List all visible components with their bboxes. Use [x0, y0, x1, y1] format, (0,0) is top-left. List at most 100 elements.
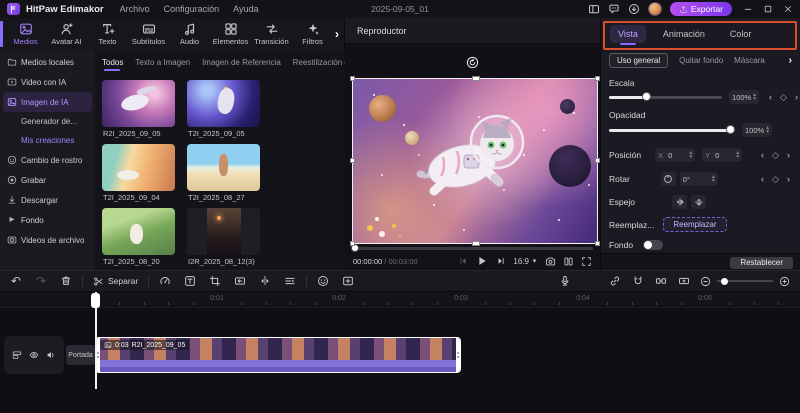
- media-thumbnail-dark-portrait[interactable]: [187, 208, 260, 255]
- sidebar-item-cambio-de-rostro[interactable]: Cambio de rostro: [0, 150, 95, 170]
- background-toggle[interactable]: [643, 240, 663, 250]
- module-filtros[interactable]: Filtros: [292, 22, 333, 46]
- scale-slider-thumb[interactable]: [642, 92, 651, 101]
- module-nav-more-icon[interactable]: ›: [335, 28, 339, 40]
- inspector-subtab-uso-general[interactable]: Uso general: [609, 53, 668, 68]
- main-track-icon[interactable]: [12, 350, 22, 360]
- scale-slider[interactable]: [609, 92, 722, 102]
- position-x-input[interactable]: X0▴▾: [655, 148, 695, 162]
- clip-trim-handle-right[interactable]: [456, 338, 460, 372]
- preview-seekbar[interactable]: [352, 247, 593, 250]
- opacity-value-input[interactable]: 100%▴▾: [742, 123, 772, 137]
- subtabs-more-icon[interactable]: ›: [789, 56, 792, 66]
- module-elementos[interactable]: Elementos: [210, 22, 251, 46]
- speed-icon[interactable]: [159, 275, 171, 287]
- sidebar-item-medios-locales[interactable]: Medios locales: [0, 52, 95, 72]
- trash-icon[interactable]: [60, 275, 72, 287]
- previous-frame-icon[interactable]: [458, 256, 468, 266]
- mirror-icon[interactable]: [259, 275, 271, 287]
- clip-trim-handle-left[interactable]: [96, 338, 100, 372]
- text-tool-icon[interactable]: [184, 275, 196, 287]
- module-avatar-ai[interactable]: Avatar AI: [46, 22, 87, 46]
- stepper-arrows[interactable]: ▴▾: [712, 175, 715, 184]
- hide-track-icon[interactable]: [29, 350, 39, 360]
- link-icon[interactable]: [609, 275, 621, 287]
- menu-archivo[interactable]: Archivo: [114, 4, 156, 14]
- module-medios[interactable]: Medios: [5, 22, 46, 46]
- sidebar-item-video-con-ia[interactable]: Video con IA: [0, 72, 95, 92]
- rotate-value-input[interactable]: 0°▴▾: [680, 172, 718, 186]
- keyframe-next-icon[interactable]: ›: [784, 175, 793, 184]
- inspector-subtab-mascara[interactable]: Máscara: [734, 56, 765, 65]
- resize-handle-sw[interactable]: [350, 241, 355, 246]
- keyframe-prev-icon[interactable]: ‹: [766, 93, 775, 102]
- keyframe-prev-icon[interactable]: ‹: [758, 175, 767, 184]
- snapshot-icon[interactable]: [545, 256, 556, 267]
- replace-button[interactable]: Reemplazar: [663, 217, 726, 232]
- keyframe-icon[interactable]: ◇: [771, 151, 780, 160]
- resize-handle-e[interactable]: [595, 158, 600, 163]
- module-texto[interactable]: Texto: [87, 22, 128, 46]
- inspector-subtab-quitar-fondo[interactable]: Quitar fondo: [679, 56, 723, 65]
- rotate-dial-button[interactable]: [661, 172, 676, 186]
- keyframe-icon[interactable]: ◇: [771, 175, 780, 184]
- reverse-icon[interactable]: [234, 275, 246, 287]
- opacity-slider-thumb[interactable]: [726, 125, 735, 134]
- inspector-tab-animacion[interactable]: Animación: [655, 25, 713, 43]
- align-icon[interactable]: [284, 275, 296, 287]
- microphone-icon[interactable]: [559, 275, 571, 287]
- snap-icon[interactable]: [655, 275, 667, 287]
- media-thumbnail-space-pink[interactable]: [102, 80, 175, 127]
- resize-handle-w[interactable]: [350, 158, 355, 163]
- undo-icon[interactable]: ↶: [10, 275, 22, 287]
- preview-selected-image[interactable]: [352, 78, 598, 244]
- compare-icon[interactable]: [563, 256, 574, 267]
- rotate-handle-icon[interactable]: [466, 56, 479, 69]
- menu-ayuda[interactable]: Ayuda: [227, 4, 264, 14]
- sidebar-item-fondo[interactable]: ▸Fondo: [0, 210, 95, 230]
- keyframe-next-icon[interactable]: ›: [792, 93, 800, 102]
- media-item[interactable]: I2R_2025_08_12(3): [187, 208, 260, 267]
- media-thumbnail-cozy-room[interactable]: [102, 144, 175, 191]
- aspect-ratio-select[interactable]: 16:9▾: [513, 257, 538, 266]
- sidebar-item-imagen-de-ia[interactable]: Imagen de IA: [3, 92, 92, 112]
- resize-handle-n[interactable]: [472, 76, 480, 81]
- keyframe-icon[interactable]: ◇: [779, 93, 788, 102]
- position-y-input[interactable]: Y0▴▾: [702, 148, 742, 162]
- sidebar-item-grabar[interactable]: Grabar: [0, 170, 95, 190]
- zoom-out-icon[interactable]: [700, 276, 711, 287]
- face-swap-icon[interactable]: [317, 275, 329, 287]
- user-avatar[interactable]: [648, 2, 662, 16]
- media-thumbnail-space-blue[interactable]: [187, 80, 260, 127]
- media-thumbnail-park-dog[interactable]: [102, 208, 175, 255]
- media-item[interactable]: T2I_2025_08_27: [187, 144, 260, 203]
- keyframe-prev-icon[interactable]: ‹: [758, 151, 767, 160]
- play-icon[interactable]: [476, 255, 488, 267]
- media-tab-imagen-de-referencia[interactable]: Imagen de Referencia: [202, 58, 281, 67]
- inspector-tab-color[interactable]: Color: [722, 25, 760, 43]
- media-item[interactable]: T2I_2025_08_20: [102, 208, 175, 267]
- crop-icon[interactable]: [209, 275, 221, 287]
- download-icon[interactable]: [628, 3, 640, 15]
- timeline-ruler[interactable]: 0:010:020:030:040:05: [0, 292, 800, 308]
- media-tab-todos[interactable]: Todos: [102, 58, 123, 67]
- zoom-slider-thumb[interactable]: [721, 278, 728, 285]
- sidebar-item-videos-de-archivo[interactable]: Videos de archivo: [0, 230, 95, 250]
- feedback-icon[interactable]: [608, 3, 620, 15]
- media-tab-texto-a-imagen[interactable]: Texto a Imagen: [135, 58, 190, 67]
- inspector-tab-vista[interactable]: Vista: [610, 25, 646, 43]
- freeze-frame-icon[interactable]: [342, 275, 354, 287]
- magnet-icon[interactable]: [632, 275, 644, 287]
- timeline-clip[interactable]: 0:03 R2I_2025_09_05: [95, 337, 461, 373]
- minimize-icon[interactable]: [743, 4, 753, 14]
- close-icon[interactable]: [783, 4, 793, 14]
- stepper-arrows[interactable]: ▴▾: [689, 151, 692, 160]
- reset-button[interactable]: Restablecer: [730, 257, 793, 269]
- fullscreen-icon[interactable]: [581, 256, 592, 267]
- maximize-icon[interactable]: [763, 4, 773, 14]
- mute-track-icon[interactable]: [46, 350, 56, 360]
- export-button[interactable]: Exportar: [670, 2, 732, 16]
- stepper-arrows[interactable]: ▴▾: [753, 93, 756, 102]
- sidebar-item-mis-creaciones[interactable]: Mis creaciones: [0, 131, 95, 150]
- resize-handle-s[interactable]: [472, 241, 480, 246]
